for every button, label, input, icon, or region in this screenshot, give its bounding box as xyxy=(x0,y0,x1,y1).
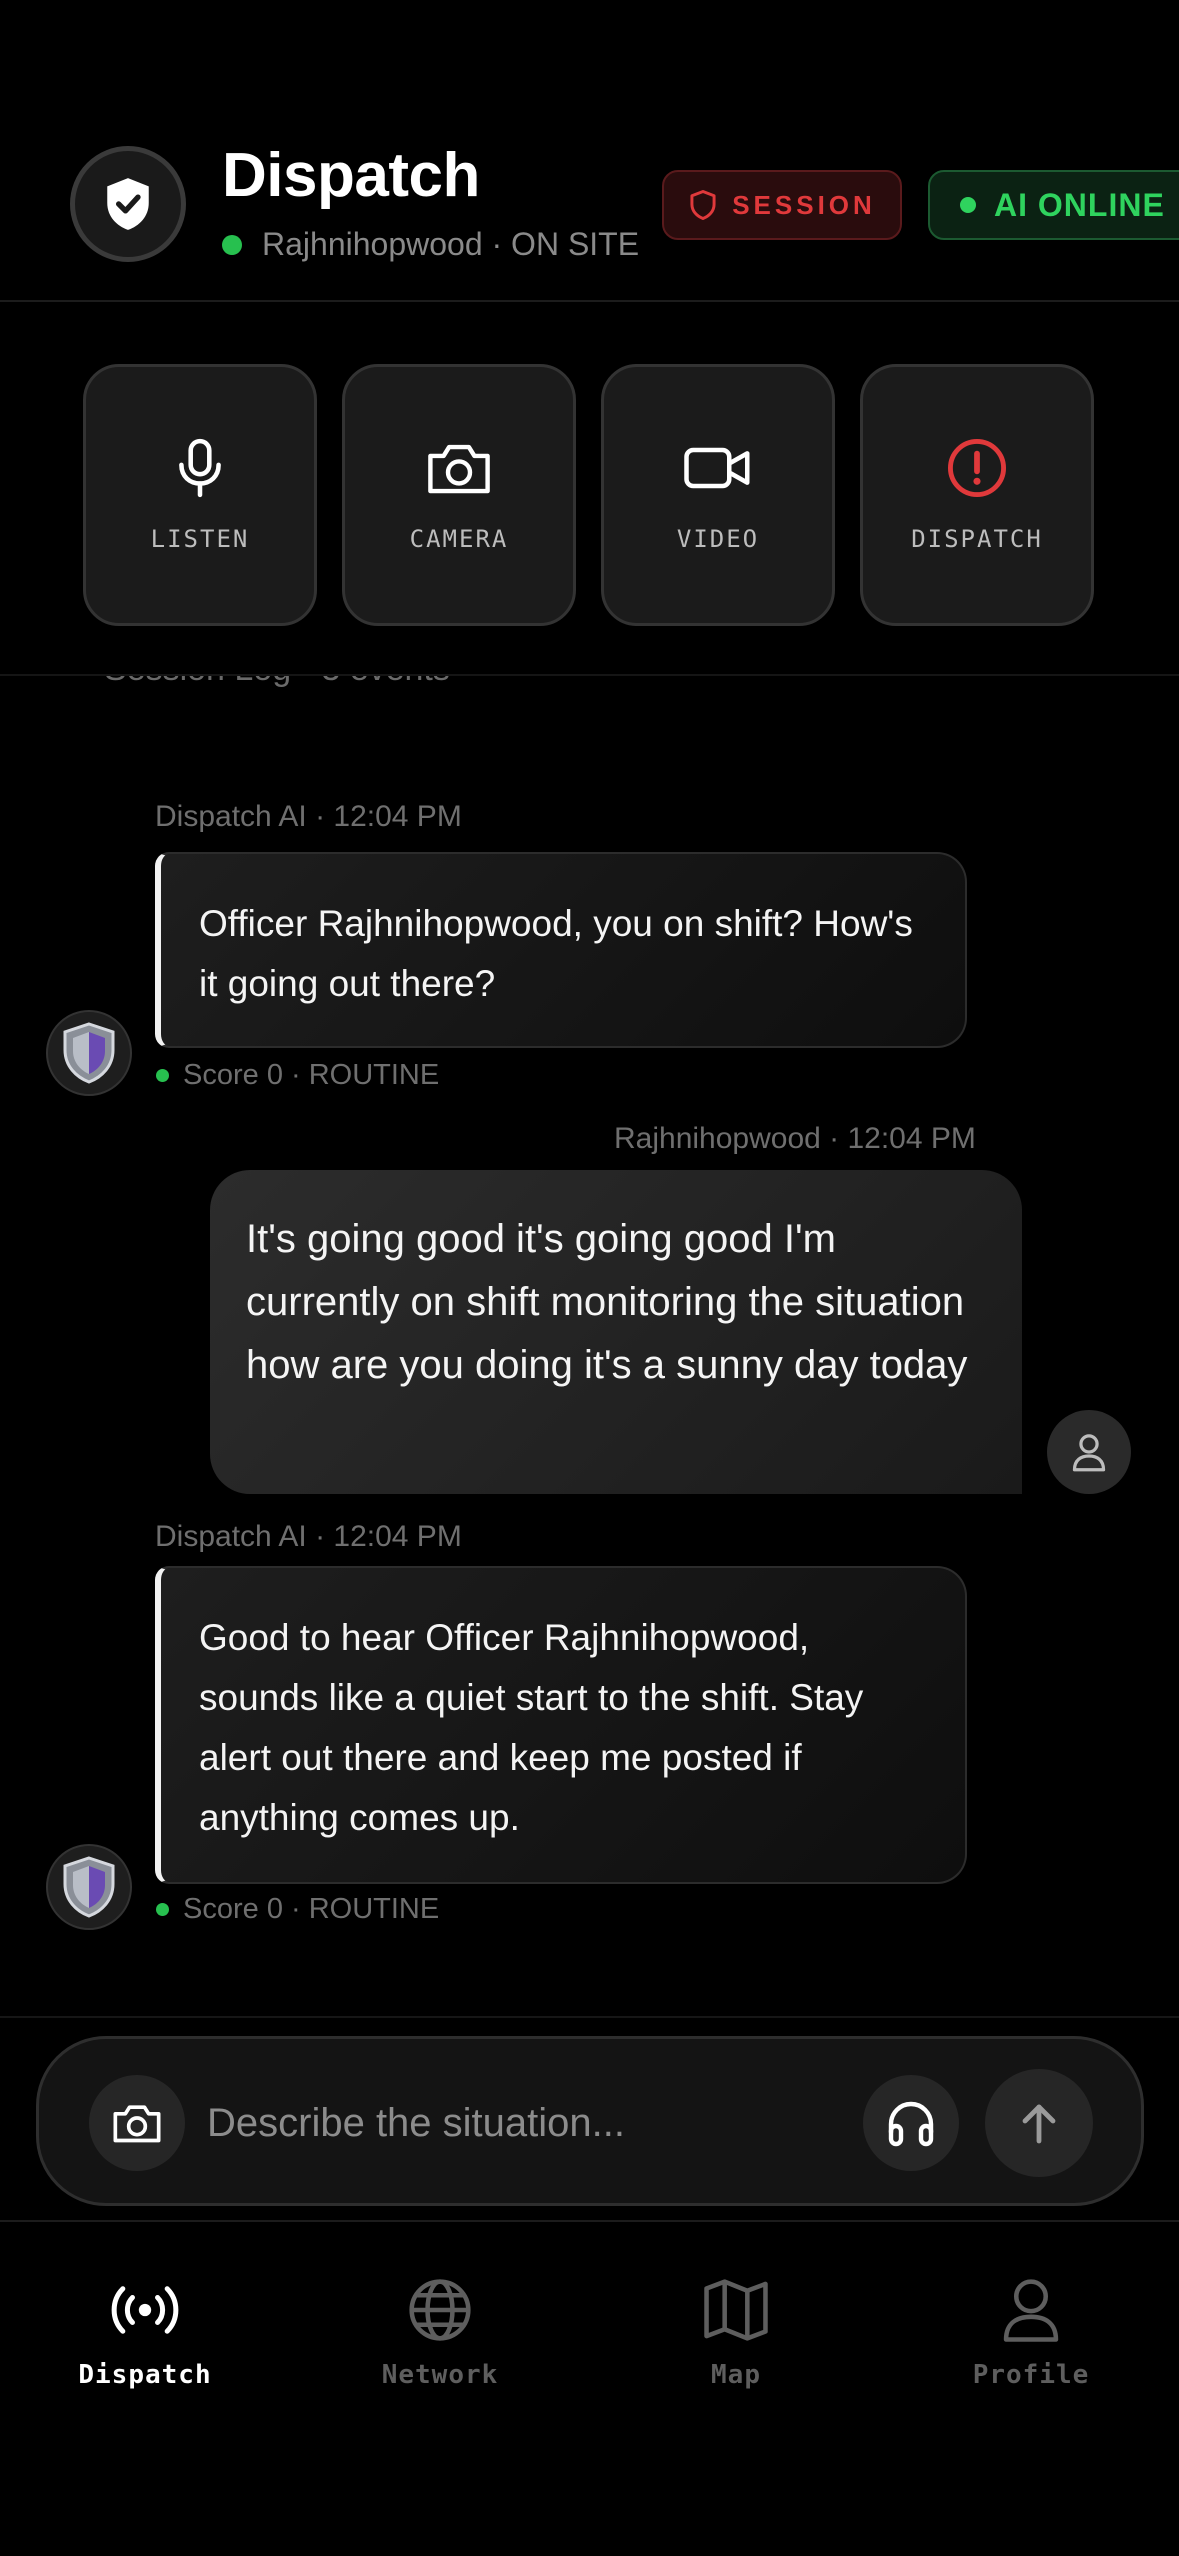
tab-dispatch[interactable]: Dispatch xyxy=(25,2272,265,2390)
score-dot xyxy=(156,1903,169,1916)
session-badge[interactable]: SESSION xyxy=(662,170,902,240)
message-text: It's going good it's going good I'm curr… xyxy=(246,1217,968,1387)
ai-badge-avatar xyxy=(46,1010,132,1096)
shield-emblem-icon xyxy=(63,1856,115,1918)
camera-icon xyxy=(113,2105,161,2143)
tab-profile[interactable]: Profile xyxy=(911,2272,1151,2390)
shield-emblem-icon xyxy=(63,1022,115,1084)
listen-label: LISTEN xyxy=(150,525,250,553)
send-button[interactable] xyxy=(985,2069,1093,2177)
message-meta: Rajhnihopwood · 12:04 PM xyxy=(614,1122,976,1155)
camera-label: CAMERA xyxy=(409,525,509,553)
tab-network-label: Network xyxy=(381,2360,499,2390)
score-text: Score 0 · ROUTINE xyxy=(183,1059,440,1091)
tab-profile-label: Profile xyxy=(972,2360,1090,2390)
arrow-up-icon xyxy=(1022,2104,1056,2144)
tab-map[interactable]: Map xyxy=(616,2272,856,2390)
dispatch-label: DISPATCH xyxy=(911,525,1043,553)
user-message-bubble: It's going good it's going good I'm curr… xyxy=(210,1170,1022,1494)
message-input[interactable] xyxy=(207,2089,847,2157)
message-score: Score 0 · ROUTINE xyxy=(156,1059,439,1092)
ai-message-bubble: Officer Rajhnihopwood, you on shift? How… xyxy=(155,852,967,1048)
bottom-tab-bar: Dispatch Network Map Profile xyxy=(0,2224,1179,2556)
voice-mode-button[interactable] xyxy=(863,2075,959,2171)
dispatch-alert-button[interactable]: DISPATCH xyxy=(860,364,1094,626)
message-meta: Dispatch AI · 12:04 PM xyxy=(155,800,462,833)
user-avatar[interactable] xyxy=(1047,1410,1131,1494)
message-text: Officer Rajhnihopwood, you on shift? How… xyxy=(199,903,913,1004)
listen-button[interactable]: LISTEN xyxy=(83,364,317,626)
video-button[interactable]: VIDEO xyxy=(601,364,835,626)
quick-actions: LISTEN CAMERA VIDEO DISPATCH xyxy=(0,302,1179,676)
broadcast-icon xyxy=(106,2272,184,2348)
ai-status-badge: AI ONLINE xyxy=(928,170,1179,240)
microphone-icon xyxy=(175,435,225,501)
score-dot xyxy=(156,1069,169,1082)
ai-message-bubble: Good to hear Officer Rajhnihopwood, soun… xyxy=(155,1566,967,1884)
map-icon xyxy=(702,2272,770,2348)
message-meta: Dispatch AI · 12:04 PM xyxy=(155,1520,462,1553)
tab-map-label: Map xyxy=(711,2360,761,2390)
officer-status-text: Rajhnihopwood · ON SITE xyxy=(262,226,640,262)
officer-status: Rajhnihopwood · ON SITE xyxy=(222,226,639,263)
attach-photo-button[interactable] xyxy=(89,2075,185,2171)
message-composer xyxy=(36,2036,1144,2206)
chat-log[interactable]: Session Log · 3 events Dispatch AI · 12:… xyxy=(0,676,1179,2016)
message-text: Good to hear Officer Rajhnihopwood, soun… xyxy=(199,1617,864,1838)
video-label: VIDEO xyxy=(676,525,760,553)
shield-outline-icon xyxy=(690,189,716,221)
tab-dispatch-label: Dispatch xyxy=(78,2360,212,2390)
ai-badge-avatar xyxy=(46,1844,132,1930)
camera-icon xyxy=(426,435,492,501)
session-log-header: Session Log · 3 events xyxy=(104,676,450,689)
app-header: Dispatch Rajhnihopwood · ON SITE SESSION… xyxy=(0,0,1179,302)
alert-circle-icon xyxy=(946,435,1008,501)
ai-status-dot xyxy=(960,197,976,213)
headphones-icon xyxy=(888,2101,934,2147)
ai-status-label: AI ONLINE xyxy=(994,186,1165,223)
user-icon xyxy=(1072,1434,1106,1472)
user-icon xyxy=(1001,2272,1061,2348)
composer-bar xyxy=(0,2016,1179,2222)
tab-network[interactable]: Network xyxy=(320,2272,560,2390)
camera-button[interactable]: CAMERA xyxy=(342,364,576,626)
video-camera-icon xyxy=(682,435,754,501)
globe-icon xyxy=(406,2272,474,2348)
status-dot xyxy=(222,234,242,255)
message-score: Score 0 · ROUTINE xyxy=(156,1893,439,1926)
shield-check-icon[interactable] xyxy=(70,146,186,262)
session-badge-label: SESSION xyxy=(732,189,876,220)
score-text: Score 0 · ROUTINE xyxy=(183,1893,440,1925)
page-title: Dispatch xyxy=(222,141,480,210)
